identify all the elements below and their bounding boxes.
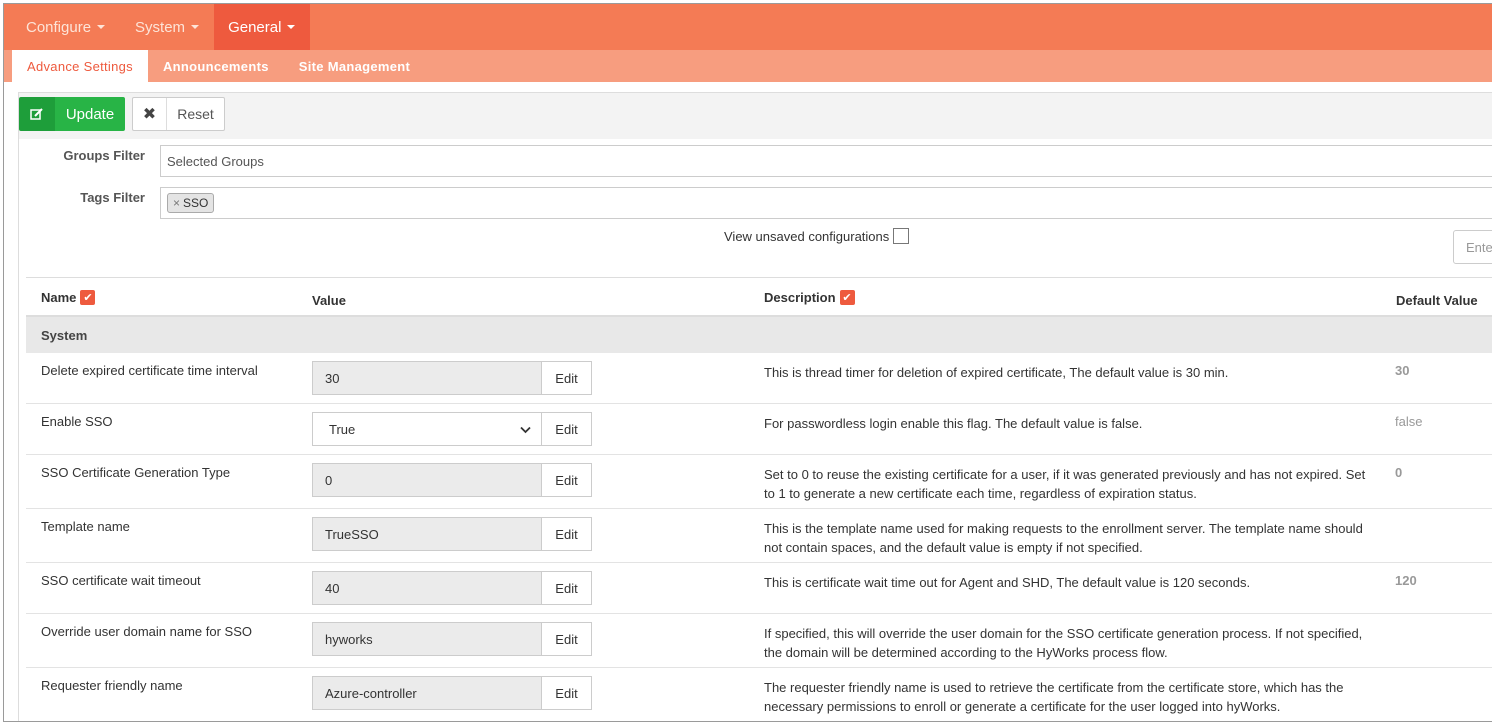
search-placeholder: Enter <box>1466 239 1492 255</box>
edit-icon <box>19 97 55 131</box>
edit-button[interactable]: Edit <box>542 622 592 656</box>
tab-announcements[interactable]: Announcements <box>148 50 284 82</box>
setting-name: Override user domain name for SSO <box>41 624 252 639</box>
setting-description: If specified, this will override the use… <box>764 626 1363 660</box>
setting-default: 120 <box>1395 573 1417 588</box>
edit-button[interactable]: Edit <box>542 412 592 446</box>
nav-general-label: General <box>228 18 282 36</box>
tab-advance-settings[interactable]: Advance Settings <box>12 50 148 82</box>
table-row: Enable SSO True Edit For passwordless lo… <box>26 404 1492 455</box>
close-icon: ✖ <box>133 98 167 130</box>
setting-value: Azure-controller Edit <box>312 676 592 710</box>
setting-description: The requester friendly name is used to r… <box>764 680 1344 714</box>
table-row: Override user domain name for SSO hywork… <box>26 614 1492 668</box>
setting-description: This is the template name used for makin… <box>764 521 1363 555</box>
edit-button[interactable]: Edit <box>542 517 592 551</box>
header-value: Value <box>312 293 346 308</box>
setting-description: For passwordless login enable this flag.… <box>764 416 1143 431</box>
tab-site-management[interactable]: Site Management <box>284 50 425 82</box>
setting-name: SSO Certificate Generation Type <box>41 465 231 480</box>
top-nav: Configure System General <box>4 4 1492 50</box>
select-value: True <box>329 421 356 437</box>
chevron-down-icon <box>97 25 106 29</box>
setting-description: This is thread timer for deletion of exp… <box>764 365 1229 380</box>
table-row: Template name TrueSSO Edit This is the t… <box>26 509 1492 563</box>
table-header: Name ✔ Value Description ✔ Default Value <box>26 277 1492 317</box>
check-icon[interactable]: ✔ <box>839 290 855 305</box>
value-field[interactable]: TrueSSO <box>312 517 542 551</box>
chevron-down-icon <box>191 25 200 29</box>
nav-configure-label: Configure <box>26 18 92 36</box>
reset-label: Reset <box>177 106 214 122</box>
value-field[interactable]: hyworks <box>312 622 542 656</box>
setting-default: 0 <box>1395 465 1403 480</box>
sub-nav: Advance Settings Announcements Site Mana… <box>4 50 1492 82</box>
setting-value: True Edit <box>312 412 592 446</box>
setting-name: SSO certificate wait timeout <box>41 573 201 588</box>
setting-value: 30 Edit <box>312 361 592 395</box>
tags-filter-input[interactable]: × SSO <box>160 187 1492 219</box>
setting-name: Template name <box>41 519 130 534</box>
table-row: Requester friendly name Azure-controller… <box>26 668 1492 721</box>
nav-system-label: System <box>135 18 186 36</box>
value-field[interactable]: 30 <box>312 361 542 395</box>
tag-chip: × SSO <box>167 193 215 213</box>
header-description: Description ✔ <box>764 290 855 305</box>
value-field[interactable]: 0 <box>312 463 542 497</box>
header-description-label: Description <box>764 290 836 305</box>
setting-value: TrueSSO Edit <box>312 517 592 551</box>
setting-name: Delete expired certificate time interval <box>41 363 258 378</box>
table-row: SSO certificate wait timeout 40 Edit Thi… <box>26 563 1492 614</box>
nav-general[interactable]: General <box>214 4 311 50</box>
header-name-label: Name <box>41 290 77 305</box>
groups-filter-label: Groups Filter <box>63 148 145 163</box>
edit-button[interactable]: Edit <box>542 676 592 710</box>
search-input[interactable]: Enter <box>1453 230 1492 264</box>
edit-button[interactable]: Edit <box>542 463 592 497</box>
value-field[interactable]: Azure-controller <box>312 676 542 710</box>
view-unsaved-toggle: View unsaved configurations <box>724 228 910 244</box>
header-default-label: Default Value <box>1396 293 1478 308</box>
setting-value: 0 Edit <box>312 463 592 497</box>
groups-filter-input[interactable]: Selected Groups <box>160 145 1492 177</box>
toolbar <box>19 93 1492 139</box>
edit-button[interactable]: Edit <box>542 571 592 605</box>
setting-default: 30 <box>1395 363 1410 378</box>
update-button[interactable]: Update <box>19 97 125 131</box>
chevron-down-icon <box>520 422 531 437</box>
setting-value: hyworks Edit <box>312 622 592 656</box>
settings-panel: Update ✖ Reset Groups Filter Selected Gr… <box>18 92 1492 721</box>
update-label: Update <box>55 97 125 131</box>
groups-filter-value: Selected Groups <box>167 153 264 169</box>
nav-system[interactable]: System <box>120 4 214 50</box>
header-name: Name ✔ <box>41 290 96 305</box>
check-icon[interactable]: ✔ <box>80 290 96 305</box>
setting-default: false <box>1395 414 1423 429</box>
view-unsaved-label: View unsaved configurations <box>724 228 890 244</box>
view-unsaved-checkbox[interactable] <box>893 228 910 244</box>
setting-value: 40 Edit <box>312 571 592 605</box>
reset-button[interactable]: ✖ Reset <box>132 97 225 131</box>
setting-description: This is certificate wait time out for Ag… <box>764 575 1251 590</box>
header-value-label: Value <box>312 293 346 308</box>
value-field[interactable]: 40 <box>312 571 542 605</box>
tag-label: SSO <box>183 196 209 210</box>
setting-description: Set to 0 to reuse the existing certifica… <box>764 467 1366 501</box>
settings-table: Name ✔ Value Description ✔ Default Value S… <box>26 277 1492 721</box>
nav-configure[interactable]: Configure <box>4 4 120 50</box>
tags-filter-label: Tags Filter <box>80 190 145 205</box>
app-window: Configure System General Advance Setting… <box>3 3 1492 722</box>
setting-name: Enable SSO <box>41 414 113 429</box>
setting-name: Requester friendly name <box>41 678 183 693</box>
group-row-system: System <box>26 317 1492 353</box>
enable-sso-select[interactable]: True <box>312 412 542 446</box>
edit-button[interactable]: Edit <box>542 361 592 395</box>
remove-tag-icon[interactable]: × <box>173 196 180 210</box>
table-row: SSO Certificate Generation Type 0 Edit S… <box>26 455 1492 509</box>
chevron-down-icon <box>287 25 296 29</box>
table-row: Delete expired certificate time interval… <box>26 353 1492 404</box>
header-default: Default Value <box>1396 293 1478 308</box>
